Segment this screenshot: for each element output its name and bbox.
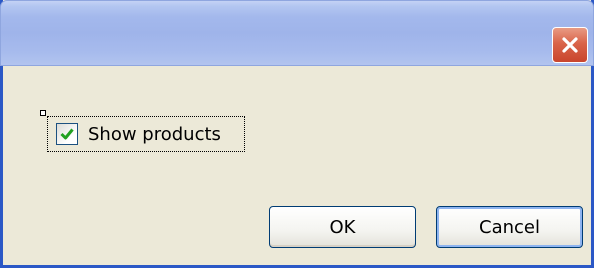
- title-bar[interactable]: [0, 0, 594, 66]
- cancel-button[interactable]: Cancel: [436, 206, 583, 248]
- close-icon: [560, 35, 580, 55]
- show-products-checkbox-row[interactable]: Show products: [47, 116, 245, 152]
- dialog-window: Show products OK Cancel: [0, 0, 594, 268]
- show-products-checkbox[interactable]: [56, 123, 78, 145]
- show-products-label: Show products: [88, 123, 221, 145]
- checkmark-icon: [60, 128, 74, 140]
- close-button[interactable]: [552, 27, 588, 63]
- focus-handle: [40, 110, 46, 116]
- ok-button[interactable]: OK: [269, 206, 416, 248]
